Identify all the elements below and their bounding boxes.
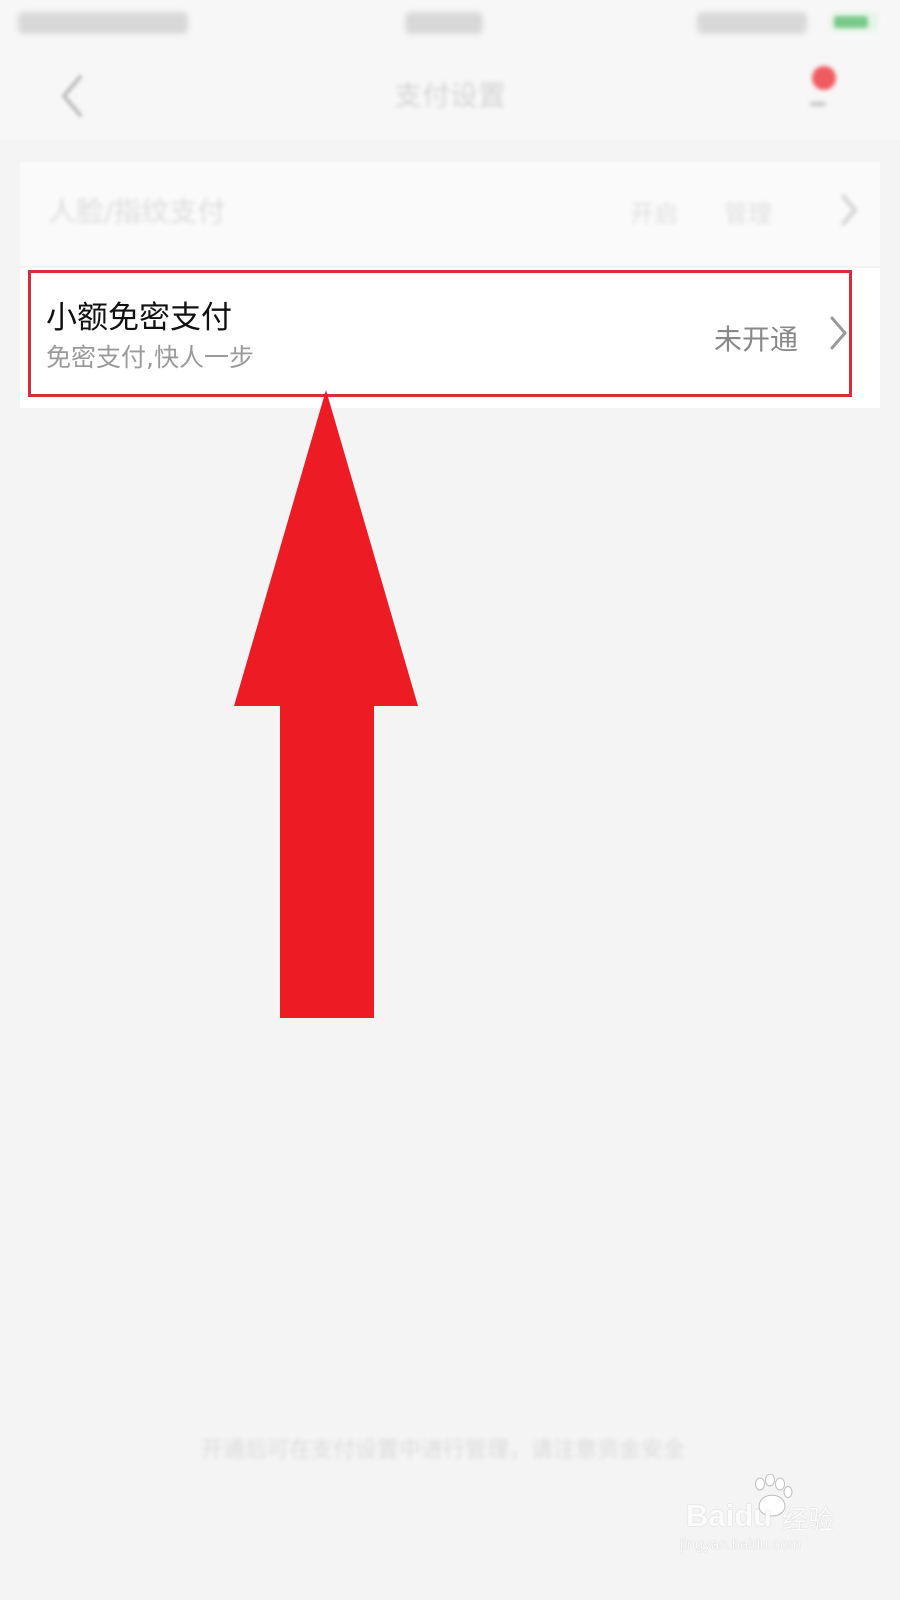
settings-row-top[interactable]: 人脸/指纹支付 开启 管理 [20,162,880,266]
notification-icon-base [810,102,826,106]
settings-row-top-action[interactable]: 开启 [630,194,700,224]
page-title: 支付设置 [393,79,506,112]
time-blur [405,12,483,34]
top-navigation-bar: 支付设置 [0,50,900,140]
status-icons-blur [697,12,807,34]
back-icon[interactable] [48,68,94,124]
footer-note: 开通后可在支付设置中进行管理，请注意资金安全 [200,1438,685,1463]
red-up-arrow [234,390,418,1018]
highlight-box [28,270,852,397]
notification-icon[interactable] [804,66,844,106]
battery-level-fill [834,16,868,28]
settings-row-top-title: 人脸/指纹支付 [48,195,226,228]
status-bar [0,0,900,50]
battery-icon [830,12,878,32]
chevron-right-icon [841,194,857,226]
carrier-signal-blur [18,12,188,34]
watermark-domain: jingyan.baidu.com [680,1536,801,1553]
watermark-label: 经验 [782,1506,835,1530]
baidu-jingyan-watermark: Baidu 经验 jingyan.baidu.com [676,1474,860,1570]
notification-badge [812,66,836,90]
settings-row-top-manage[interactable]: 管理 [724,194,794,224]
